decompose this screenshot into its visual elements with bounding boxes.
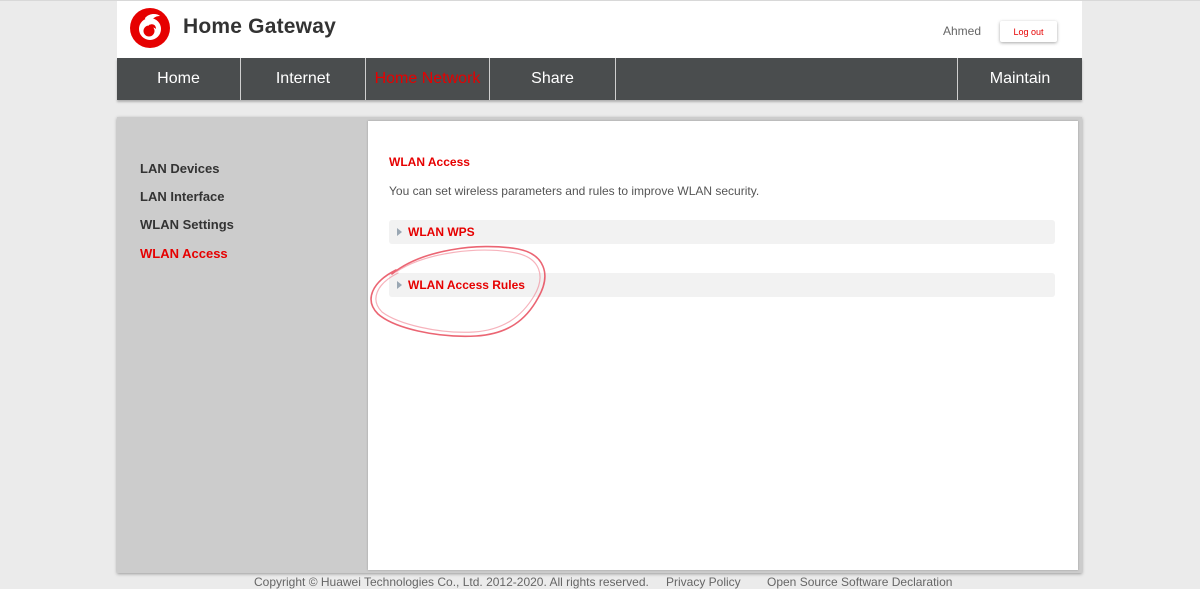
- sidebar-item-lan-interface[interactable]: LAN Interface: [140, 189, 225, 204]
- sidebar-item-lan-devices[interactable]: LAN Devices: [140, 161, 219, 176]
- privacy-policy-link[interactable]: Privacy Policy: [666, 575, 741, 589]
- open-source-declaration-link[interactable]: Open Source Software Declaration: [767, 575, 952, 589]
- copyright-text: Copyright © Huawei Technologies Co., Ltd…: [254, 575, 649, 589]
- sidebar-item-wlan-settings[interactable]: WLAN Settings: [140, 217, 234, 232]
- app-title: Home Gateway: [183, 15, 336, 38]
- nav-item-internet[interactable]: Internet: [241, 58, 365, 100]
- expand-arrow-icon: [397, 281, 402, 289]
- header: Home Gateway Ahmed Log out: [117, 1, 1082, 58]
- expand-arrow-icon: [397, 228, 402, 236]
- vodafone-logo-icon: [129, 7, 171, 49]
- page-description: You can set wireless parameters and rule…: [389, 184, 760, 198]
- username-label: Ahmed: [943, 24, 982, 38]
- nav-item-share[interactable]: Share: [490, 58, 615, 100]
- nav-item-maintain[interactable]: Maintain: [958, 58, 1082, 100]
- section-label: WLAN Access Rules: [408, 278, 525, 292]
- nav-item-home-network[interactable]: Home Network: [366, 58, 489, 100]
- nav-item-home[interactable]: Home: [117, 58, 240, 100]
- page-title: WLAN Access: [389, 155, 470, 169]
- section-wlan-wps[interactable]: WLAN WPS: [389, 220, 1055, 244]
- section-wlan-access-rules[interactable]: WLAN Access Rules: [389, 273, 1055, 297]
- main-panel: WLAN Access You can set wireless paramet…: [368, 121, 1078, 570]
- nav-divider: [615, 58, 616, 100]
- section-label: WLAN WPS: [408, 225, 475, 239]
- logout-button[interactable]: Log out: [1000, 21, 1057, 42]
- content-area: LAN Devices LAN Interface WLAN Settings …: [117, 117, 1082, 573]
- main-nav: Home Internet Home Network Share Maintai…: [117, 58, 1082, 100]
- sidebar-item-wlan-access[interactable]: WLAN Access: [140, 246, 228, 261]
